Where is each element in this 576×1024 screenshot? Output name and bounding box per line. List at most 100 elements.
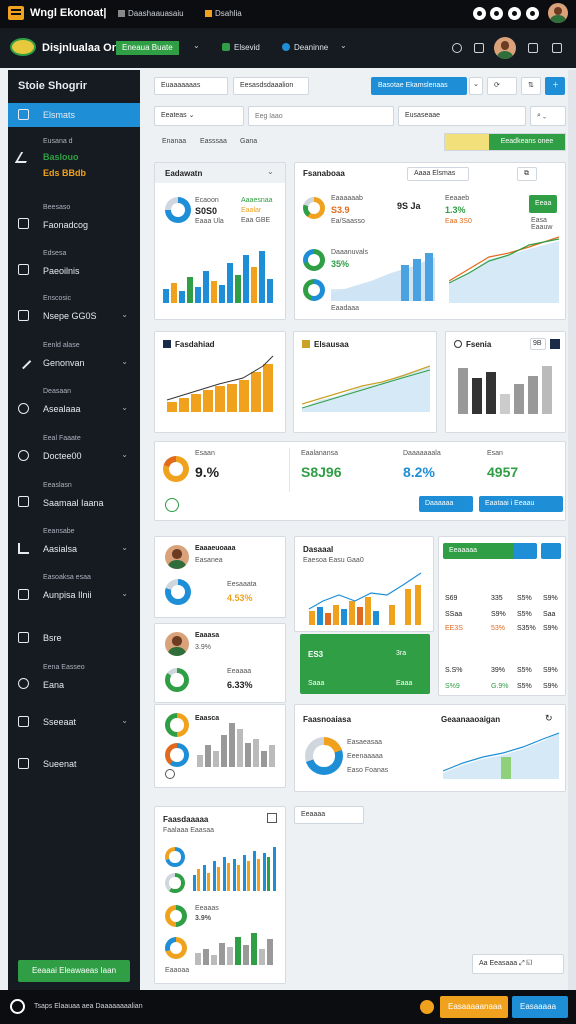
- small-dropdown[interactable]: Eeaaaa: [294, 806, 364, 824]
- card-pill[interactable]: 9B: [530, 338, 546, 350]
- tab-3[interactable]: Gana: [240, 138, 257, 145]
- table-icon: [18, 218, 29, 229]
- tab-2[interactable]: Easssaa: [200, 138, 227, 145]
- chevron-down-icon[interactable]: ⌄: [121, 403, 128, 412]
- avatar: [165, 632, 189, 656]
- kpi-button-1[interactable]: Daaaaaa: [419, 496, 473, 512]
- sidebar-item-2[interactable]: Eusana d Baslouo Eds BBdb: [8, 136, 140, 186]
- sidebar: Stoie Shogrir Elsmats Eusana d Baslouo E…: [8, 70, 140, 990]
- table-cell: S5%: [517, 667, 532, 674]
- grid-icon: [118, 10, 125, 17]
- expand-icon[interactable]: [541, 543, 561, 559]
- user-avatar[interactable]: [548, 3, 568, 23]
- green-value-2: 3ra: [396, 650, 407, 657]
- kpi-button-2[interactable]: Eaataai i Eeaau: [479, 496, 563, 512]
- dropdown-2[interactable]: Eusaseaae: [398, 106, 526, 126]
- more-icon[interactable]: ⌄: [267, 167, 274, 176]
- filter-1[interactable]: Euaaaaaaas: [154, 77, 228, 95]
- chevron-down-icon[interactable]: ⌄: [121, 543, 128, 552]
- sidebar-item-active[interactable]: Elsmats: [8, 103, 140, 127]
- primary-button[interactable]: Basotae Ekamslenaas: [371, 77, 467, 95]
- square-icon: [302, 340, 310, 348]
- top-link-2[interactable]: Dsahlia: [205, 9, 242, 18]
- sidebar-item-3[interactable]: Beesaso Faonadcog: [8, 204, 140, 234]
- window-icon[interactable]: [267, 813, 277, 823]
- corner-controls[interactable]: Aa Eeasaaa ⤢ ◱: [472, 954, 564, 974]
- user-icon[interactable]: [474, 43, 484, 53]
- card-title: Elsausaa: [314, 340, 349, 349]
- help-icon[interactable]: [10, 999, 25, 1014]
- card-trend: Fasdahiad: [154, 331, 286, 433]
- sidebar-item-9[interactable]: Eeaslasn Saamaal Iaana: [8, 482, 140, 512]
- chevron-down-icon[interactable]: ⌄: [340, 41, 347, 50]
- select-dropdown[interactable]: Eeateas ⌄: [154, 106, 244, 126]
- donut-chart: [165, 579, 191, 605]
- refresh-icon[interactable]: ⟳: [487, 77, 517, 95]
- sort-icon[interactable]: ⇅: [521, 77, 541, 95]
- chevron-down-icon[interactable]: ⌄: [121, 357, 128, 366]
- top-link-1[interactable]: Daashaauasaiu: [118, 9, 184, 18]
- header-item-1[interactable]: Elsevid: [222, 43, 260, 52]
- add-icon[interactable]: ＋: [545, 77, 565, 95]
- chevron-down-icon[interactable]: ⌄: [193, 41, 200, 50]
- card-title: Eadawatn: [165, 169, 203, 178]
- filter-2[interactable]: Eesasdsdaaalion: [233, 77, 309, 95]
- sidebar-item-14[interactable]: Sseeaat ⌄: [8, 714, 140, 734]
- profile-avatar[interactable]: [494, 37, 516, 59]
- menu-icon[interactable]: [8, 6, 24, 20]
- table-cell: G.9%: [491, 683, 509, 690]
- sidebar-item-8[interactable]: Eeal Faaate Doctee00 ⌄: [8, 435, 140, 465]
- stat-label-3: Eaalar: [241, 207, 262, 214]
- sidebar-item-12[interactable]: Bsre: [8, 630, 140, 650]
- table-cell: 39%: [491, 667, 506, 674]
- tab-1[interactable]: Enanaa: [162, 138, 186, 145]
- sidebar-item-11[interactable]: Easoaksa esaa Aunpisa Ilnii ⌄: [8, 574, 140, 604]
- chart-bar: [235, 275, 241, 303]
- chevron-down-icon[interactable]: ⌄: [121, 589, 128, 598]
- info-icon[interactable]: [165, 769, 175, 779]
- sidebar-item-4[interactable]: Edsesa Paeoilnis: [8, 250, 140, 280]
- sidebar-item-10[interactable]: Eeansabe Aasialsa ⌄: [8, 528, 140, 558]
- stat-value-3: 1.3%: [445, 205, 466, 215]
- box-icon: [18, 716, 29, 727]
- message-icon[interactable]: [526, 7, 539, 20]
- table-cell: S5%: [517, 595, 532, 602]
- area-bar-chart: [331, 253, 435, 301]
- footer-button-1[interactable]: Easaaaaanaaa: [440, 996, 508, 1018]
- green-button[interactable]: Eeaa: [529, 195, 558, 213]
- share-icon[interactable]: ↻: [545, 713, 553, 724]
- chevron-down-icon[interactable]: ⌄: [469, 77, 483, 95]
- chevron-down-icon[interactable]: ⌄: [121, 310, 128, 319]
- filter-icon[interactable]: ⌕ ⌄: [530, 106, 566, 126]
- sidebar-item-6[interactable]: Eenld alase Genonvan ⌄: [8, 342, 140, 372]
- copy-icon[interactable]: ⧉: [517, 167, 537, 181]
- scrollbar[interactable]: [568, 70, 576, 990]
- chevron-down-icon[interactable]: ⌄: [121, 716, 128, 725]
- person-pct: 6.33%: [227, 680, 253, 690]
- donut-chart: [165, 668, 189, 692]
- sidebar-bottom-button[interactable]: Eeaaai Eleawaeas Iaan: [18, 960, 130, 982]
- settings-icon[interactable]: [473, 7, 486, 20]
- help-icon[interactable]: [490, 7, 503, 20]
- sidebar-item-7[interactable]: Deasaan Asealaaa ⌄: [8, 388, 140, 418]
- chevron-down-icon[interactable]: ⌄: [121, 450, 128, 459]
- expand-icon[interactable]: [552, 43, 562, 53]
- sidebar-item-5[interactable]: Enscosic Nsepe GG0S ⌄: [8, 295, 140, 325]
- window-icon[interactable]: [528, 43, 538, 53]
- header-badge[interactable]: Eneaua Buate: [116, 41, 179, 55]
- search-input[interactable]: [248, 106, 394, 126]
- sidebar-item-15[interactable]: Sueenat: [8, 756, 140, 776]
- header-item-2[interactable]: Deaninne: [282, 43, 328, 52]
- person-card-3: Eaasca: [154, 704, 286, 788]
- donut-chart: [163, 456, 189, 482]
- notification-icon[interactable]: [508, 7, 521, 20]
- donut-chart-2: [303, 249, 325, 271]
- footer-button-2[interactable]: Easaaaaa: [512, 996, 568, 1018]
- toggle-icon[interactable]: [513, 543, 537, 559]
- card-pill[interactable]: Aaaa Elsmas: [407, 167, 469, 181]
- info-icon[interactable]: [165, 498, 179, 512]
- person-name: Eaaaeuoaaa: [195, 545, 236, 552]
- search-icon[interactable]: [452, 43, 462, 53]
- sidebar-item-13[interactable]: Eena Easseo Eana: [8, 664, 140, 694]
- dropdown-icon[interactable]: [550, 339, 560, 349]
